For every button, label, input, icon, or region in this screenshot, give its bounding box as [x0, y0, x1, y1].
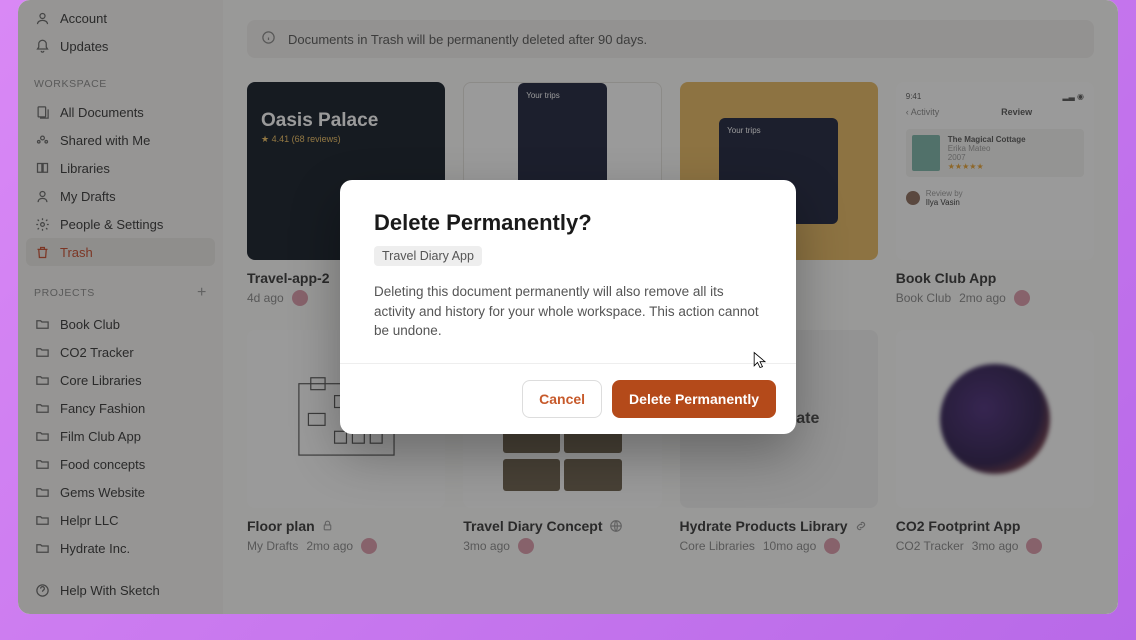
- cancel-button[interactable]: Cancel: [522, 380, 602, 418]
- delete-permanently-button[interactable]: Delete Permanently: [612, 380, 776, 418]
- modal-description: Deleting this document permanently will …: [374, 282, 762, 341]
- modal-title: Delete Permanently?: [374, 210, 762, 236]
- app-window: Account Updates WORKSPACE All Documents …: [18, 0, 1118, 614]
- delete-modal: Delete Permanently? Travel Diary App Del…: [340, 180, 796, 434]
- modal-overlay[interactable]: Delete Permanently? Travel Diary App Del…: [18, 0, 1118, 614]
- modal-document-chip: Travel Diary App: [374, 246, 482, 266]
